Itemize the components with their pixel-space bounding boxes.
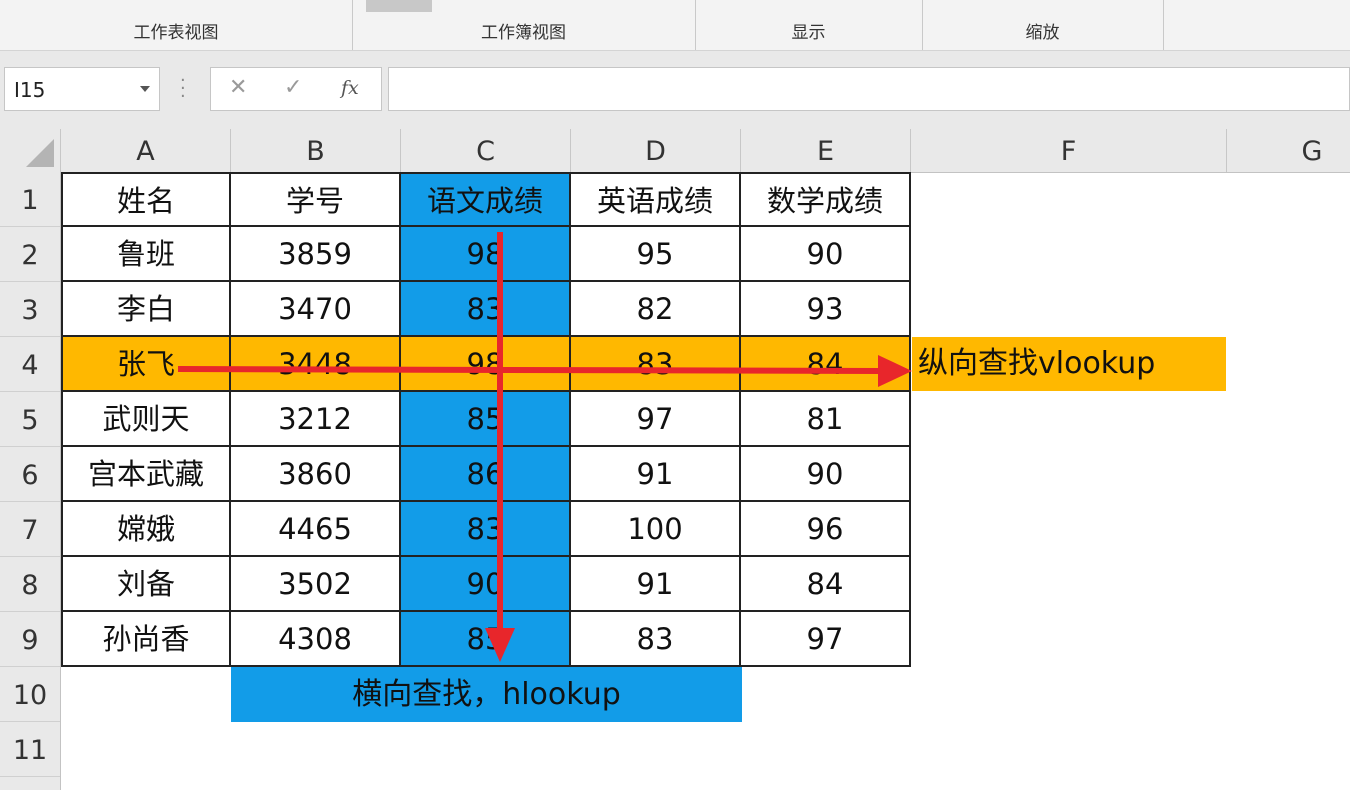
table-cell[interactable]: 100 [571, 502, 741, 557]
table-cell[interactable]: 85 [401, 392, 571, 447]
table-cell[interactable]: 张飞 [61, 337, 231, 392]
row-header[interactable]: 6 [0, 447, 60, 502]
table-cell[interactable]: 宫本武藏 [61, 447, 231, 502]
insert-function-icon[interactable]: fx [341, 77, 359, 99]
name-box-value: I15 [14, 78, 46, 102]
formula-bar: I15 · · · ✕ ✓ fx [0, 51, 1350, 129]
table-cell[interactable]: 90 [741, 227, 911, 282]
table-cell[interactable]: 4465 [231, 502, 401, 557]
ribbon-button-stub[interactable] [366, 0, 432, 12]
ribbon-group-label: 工作表视图 [133, 23, 219, 43]
table-cell[interactable]: 85 [401, 612, 571, 667]
row-header[interactable]: 7 [0, 502, 60, 557]
column-header-d[interactable]: D [571, 129, 741, 172]
table-cell[interactable]: 4308 [231, 612, 401, 667]
enter-icon[interactable]: ✓ [284, 75, 302, 100]
cancel-icon[interactable]: ✕ [229, 75, 247, 100]
ribbon-group-label: 工作簿视图 [481, 23, 566, 43]
table-cell[interactable]: 83 [401, 282, 571, 337]
formula-input[interactable] [388, 67, 1350, 111]
ribbon-group-sheet-view[interactable]: 工作表视图 [0, 0, 353, 50]
row-header[interactable]: 5 [0, 392, 60, 447]
table-cell[interactable]: 98 [401, 337, 571, 392]
row-header[interactable]: 9 [0, 612, 60, 667]
formula-buttons: ✕ ✓ fx [210, 67, 382, 111]
row-header[interactable]: 8 [0, 557, 60, 612]
column-header-e[interactable]: E [741, 129, 911, 172]
row-header[interactable]: 3 [0, 282, 60, 337]
row-header-column: 1 2 3 4 5 6 7 8 9 10 11 [0, 172, 61, 790]
table-cell[interactable]: 3212 [231, 392, 401, 447]
table-cell[interactable]: 90 [401, 557, 571, 612]
table-cell[interactable]: 刘备 [61, 557, 231, 612]
table-cell[interactable]: 孙尚香 [61, 612, 231, 667]
table-header-cell[interactable]: 语文成绩 [401, 172, 571, 227]
select-all-button[interactable] [0, 129, 61, 172]
table-cell[interactable]: 83 [401, 502, 571, 557]
column-header-row: A B C D E F G [0, 129, 1350, 173]
ribbon: 工作表视图 工作簿视图 显示 缩放 [0, 0, 1350, 51]
table-cell[interactable]: 90 [741, 447, 911, 502]
table-cell[interactable]: 97 [741, 612, 911, 667]
ribbon-group-show[interactable]: 显示 [695, 0, 923, 50]
ribbon-group-label: 缩放 [1025, 23, 1060, 43]
column-header-g[interactable]: G [1227, 129, 1350, 172]
table-cell[interactable]: 81 [741, 392, 911, 447]
column-header-b[interactable]: B [231, 129, 401, 172]
table-header-cell[interactable]: 学号 [231, 172, 401, 227]
row-header[interactable]: 2 [0, 227, 60, 282]
row-header[interactable]: 1 [0, 172, 60, 227]
table-cell[interactable]: 嫦娥 [61, 502, 231, 557]
row-header[interactable]: 10 [0, 667, 60, 722]
hlookup-annotation: 横向查找，hlookup [231, 667, 742, 722]
more-options-icon[interactable]: · · · [180, 72, 186, 106]
table-header-cell[interactable]: 数学成绩 [741, 172, 911, 227]
column-header-f[interactable]: F [911, 129, 1227, 172]
column-header-c[interactable]: C [401, 129, 571, 172]
table-cell[interactable]: 83 [571, 337, 741, 392]
row-header[interactable]: 11 [0, 722, 60, 777]
table-cell[interactable]: 李白 [61, 282, 231, 337]
table-cell[interactable]: 91 [571, 557, 741, 612]
table-cell[interactable]: 82 [571, 282, 741, 337]
ribbon-group-workbook-view[interactable]: 工作簿视图 [352, 0, 696, 50]
table-cell[interactable]: 98 [401, 227, 571, 282]
ribbon-group-label: 显示 [791, 23, 826, 43]
row-header[interactable]: 4 [0, 337, 60, 392]
name-box[interactable]: I15 [4, 67, 160, 111]
table-cell[interactable]: 95 [571, 227, 741, 282]
table-cell[interactable]: 鲁班 [61, 227, 231, 282]
table-cell[interactable]: 83 [571, 612, 741, 667]
select-all-icon [26, 139, 54, 167]
chevron-down-icon[interactable] [140, 86, 150, 92]
table-cell[interactable]: 3860 [231, 447, 401, 502]
table-cell[interactable]: 84 [741, 557, 911, 612]
table-header-cell[interactable]: 姓名 [61, 172, 231, 227]
table-cell[interactable]: 84 [741, 337, 911, 392]
table-cell[interactable]: 3448 [231, 337, 401, 392]
table-cell[interactable]: 3859 [231, 227, 401, 282]
table-cell[interactable]: 86 [401, 447, 571, 502]
table-cell[interactable]: 91 [571, 447, 741, 502]
table-cell[interactable]: 3502 [231, 557, 401, 612]
table-cell[interactable]: 武则天 [61, 392, 231, 447]
table-cell[interactable]: 93 [741, 282, 911, 337]
table-cell[interactable]: 3470 [231, 282, 401, 337]
table-cell[interactable]: 96 [741, 502, 911, 557]
table-cell[interactable]: 97 [571, 392, 741, 447]
column-header-a[interactable]: A [61, 129, 231, 172]
ribbon-group-zoom[interactable]: 缩放 [922, 0, 1164, 50]
table-header-cell[interactable]: 英语成绩 [571, 172, 741, 227]
vlookup-annotation: 纵向查找vlookup [912, 337, 1226, 391]
